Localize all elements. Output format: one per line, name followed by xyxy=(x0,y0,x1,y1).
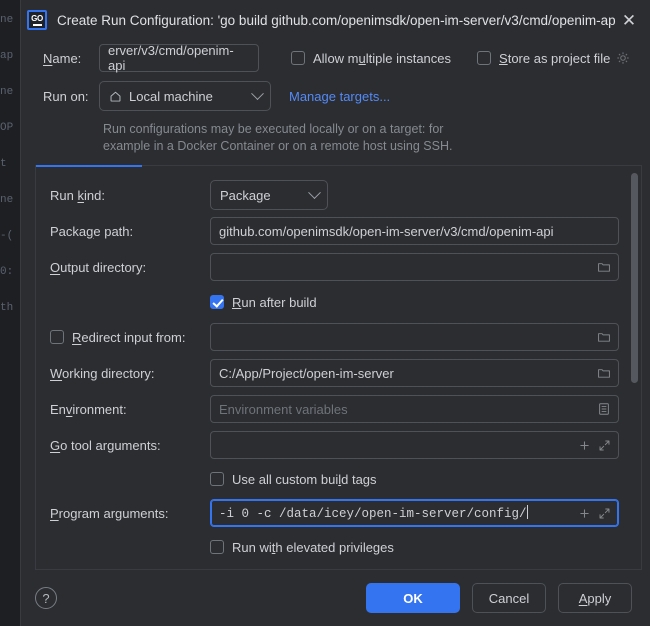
program-arguments-input[interactable]: -i 0 -c /data/icey/open-im-server/config… xyxy=(210,499,619,527)
store-as-project-file-checkbox[interactable]: Store as project file xyxy=(477,51,630,66)
run-kind-label: Run kind: xyxy=(50,188,210,203)
run-after-build-checkbox[interactable]: Run after build xyxy=(210,295,317,310)
run-with-elevated-privileges-box xyxy=(210,540,224,554)
ide-background: ne ap ne OP t ne -( 0: th xyxy=(0,0,20,626)
run-on-dropdown[interactable]: Local machine xyxy=(99,81,271,111)
redirect-input-label: Redirect input from: xyxy=(72,330,232,345)
run-configuration-dialog: GO Create Run Configuration: 'go build g… xyxy=(20,0,650,626)
run-on-help-line-2: example in a Docker Container or on a re… xyxy=(103,138,642,155)
run-with-elevated-privileges-label: Run with elevated privileges xyxy=(232,540,394,555)
folder-icon[interactable] xyxy=(594,326,614,348)
background-text-line: ne xyxy=(0,86,20,98)
background-text-line: ne xyxy=(0,194,20,206)
chevron-down-icon xyxy=(308,186,321,199)
manage-targets-link[interactable]: Manage targets... xyxy=(289,89,390,104)
go-tool-arguments-row: Go tool arguments: xyxy=(50,427,619,463)
output-directory-input[interactable] xyxy=(210,253,619,281)
working-directory-row: Working directory: C:/App/Project/open-i… xyxy=(50,355,619,391)
gear-icon[interactable] xyxy=(616,51,630,65)
goland-icon-label: GO xyxy=(31,15,43,23)
output-directory-label: Output directory: xyxy=(50,260,210,275)
run-on-row: Run on: Local machine Manage targets... xyxy=(29,76,642,116)
run-kind-value: Package xyxy=(220,188,271,203)
plus-icon[interactable] xyxy=(574,502,594,524)
environment-placeholder: Environment variables xyxy=(219,402,594,417)
package-path-input[interactable]: github.com/openimsdk/open-im-server/v3/c… xyxy=(210,217,619,245)
redirect-input-checkbox[interactable]: Redirect input from: xyxy=(50,330,210,345)
go-tool-arguments-input[interactable] xyxy=(210,431,619,459)
name-input[interactable]: erver/v3/cmd/openim-api xyxy=(99,44,259,72)
environment-list-icon[interactable] xyxy=(594,398,614,420)
use-all-custom-build-tags-checkbox[interactable]: Use all custom build tags xyxy=(210,472,377,487)
background-text-line: ap xyxy=(0,50,20,62)
allow-multiple-instances-label: Allow multiple instances xyxy=(313,51,451,66)
store-as-project-file-box xyxy=(477,51,491,65)
run-kind-row: Run kind: Package xyxy=(50,177,619,213)
folder-icon[interactable] xyxy=(594,256,614,278)
close-icon[interactable]: ✕ xyxy=(616,7,642,33)
store-as-project-file-label: Store as project file xyxy=(499,51,610,66)
background-text-line: 0: xyxy=(0,266,20,278)
background-text-line: OP xyxy=(0,122,20,134)
chevron-down-icon xyxy=(251,87,264,100)
name-label: Name: xyxy=(43,51,99,66)
run-kind-dropdown[interactable]: Package xyxy=(210,180,328,210)
working-directory-value: C:/App/Project/open-im-server xyxy=(219,366,594,381)
ok-button[interactable]: OK xyxy=(366,583,460,613)
environment-row: Environment: Environment variables xyxy=(50,391,619,427)
run-on-help-line-1: Run configurations may be executed local… xyxy=(103,121,642,138)
background-text-line: t xyxy=(0,158,20,170)
run-on-label: Run on: xyxy=(43,89,99,104)
environment-label: Environment: xyxy=(50,402,210,417)
run-on-help-text: Run configurations may be executed local… xyxy=(29,116,642,155)
go-tool-arguments-label: Go tool arguments: xyxy=(50,438,210,453)
expand-icon[interactable] xyxy=(594,502,614,524)
package-path-row: Package path: github.com/openimsdk/open-… xyxy=(50,213,619,249)
run-with-elevated-privileges-checkbox[interactable]: Run with elevated privileges xyxy=(210,540,394,555)
use-all-custom-build-tags-row: Use all custom build tags xyxy=(50,463,619,495)
cancel-button[interactable]: Cancel xyxy=(472,583,546,613)
apply-button[interactable]: Apply xyxy=(558,583,632,613)
package-path-label: Package path: xyxy=(50,224,210,239)
help-icon[interactable]: ? xyxy=(35,587,57,609)
environment-input[interactable]: Environment variables xyxy=(210,395,619,423)
expand-icon[interactable] xyxy=(594,434,614,456)
home-icon xyxy=(109,90,122,103)
program-arguments-row: Program arguments: -i 0 -c /data/icey/op… xyxy=(50,495,619,531)
background-text-line: ne xyxy=(0,14,20,26)
allow-multiple-instances-box xyxy=(291,51,305,65)
name-input-value: erver/v3/cmd/openim-api xyxy=(108,43,250,73)
folder-icon[interactable] xyxy=(594,362,614,384)
background-text-line: -( xyxy=(0,230,20,242)
goland-icon-bar xyxy=(33,24,42,26)
allow-multiple-instances-checkbox[interactable]: Allow multiple instances xyxy=(291,51,451,66)
run-after-build-row: Run after build xyxy=(50,285,619,319)
redirect-input-box xyxy=(50,330,64,344)
name-row: Name: erver/v3/cmd/openim-api Allow mult… xyxy=(29,40,642,76)
dialog-titlebar: GO Create Run Configuration: 'go build g… xyxy=(21,0,650,40)
working-directory-label: Working directory: xyxy=(50,366,210,381)
dialog-top-section: Name: erver/v3/cmd/openim-api Allow mult… xyxy=(21,40,650,155)
redirect-input-row: Redirect input from: xyxy=(50,319,619,355)
working-directory-input[interactable]: C:/App/Project/open-im-server xyxy=(210,359,619,387)
dialog-footer: ? OK Cancel Apply xyxy=(21,570,650,626)
output-directory-row: Output directory: xyxy=(50,249,619,285)
text-caret xyxy=(527,505,528,519)
dialog-title: Create Run Configuration: 'go build gith… xyxy=(57,13,616,28)
use-all-custom-build-tags-label: Use all custom build tags xyxy=(232,472,377,487)
run-with-elevated-privileges-row: Run with elevated privileges xyxy=(50,531,619,563)
panel-top-border xyxy=(142,165,641,166)
package-path-value: github.com/openimsdk/open-im-server/v3/c… xyxy=(219,224,614,239)
run-on-value: Local machine xyxy=(129,89,213,104)
use-all-custom-build-tags-box xyxy=(210,472,224,486)
program-arguments-label: Program arguments: xyxy=(50,506,210,521)
program-arguments-value: -i 0 -c /data/icey/open-im-server/config… xyxy=(219,507,527,521)
settings-panel: Run kind: Package Package path: github.c… xyxy=(35,165,642,570)
plus-icon[interactable] xyxy=(574,434,594,456)
redirect-input-field[interactable] xyxy=(210,323,619,351)
background-text-line: th xyxy=(0,302,20,314)
goland-app-icon: GO xyxy=(27,10,47,30)
run-after-build-box xyxy=(210,295,224,309)
run-after-build-label: Run after build xyxy=(232,295,317,310)
